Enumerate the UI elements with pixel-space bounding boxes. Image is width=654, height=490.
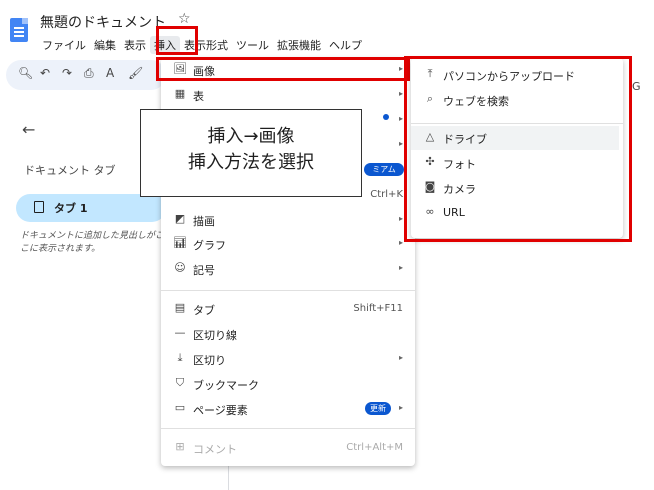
insert-menu-highlight: [156, 26, 198, 55]
menu-divider: [161, 290, 415, 291]
tab-icon: ▤: [174, 301, 186, 314]
menu-item-chart[interactable]: 📊︎ グラフ ▸: [161, 232, 415, 256]
menu-item-drawing[interactable]: ◩ 描画 ▸: [161, 208, 415, 232]
emoji-icon: ☺: [174, 261, 186, 274]
print-icon[interactable]: ⎙: [84, 66, 94, 81]
horizontal-line-icon: —: [174, 326, 186, 339]
back-arrow-icon[interactable]: ←: [22, 120, 35, 139]
document-icon: [34, 201, 44, 213]
star-icon[interactable]: ☆: [178, 11, 191, 27]
annotation-line-1: 挿入→画像: [207, 126, 295, 147]
menu-file[interactable]: ファイル: [38, 36, 90, 54]
document-title[interactable]: 無題のドキュメント: [40, 12, 166, 32]
spellcheck-icon[interactable]: A: [106, 66, 114, 80]
menu-item-bookmark[interactable]: ⛉ ブックマーク: [161, 372, 415, 396]
annotation-callout: 挿入→画像 挿入方法を選択: [140, 109, 362, 197]
docs-logo-icon[interactable]: [10, 18, 28, 42]
new-feature-dot: [383, 114, 389, 120]
menu-help[interactable]: ヘルプ: [325, 36, 366, 54]
chart-icon: 📊︎: [173, 236, 187, 249]
tabs-heading: ドキュメント タブ: [24, 164, 116, 177]
menu-item-building-blocks[interactable]: ▭ ページ要素 更新 ▸: [161, 397, 415, 421]
page-elements-icon: ▭: [174, 401, 186, 414]
menu-divider: [161, 428, 415, 429]
comment-icon: ⊞: [175, 440, 185, 453]
menu-extensions[interactable]: 拡張機能: [273, 36, 325, 54]
bookmark-icon: ⛉: [175, 376, 185, 389]
annotation-line-2: 挿入方法を選択: [188, 152, 314, 173]
submenu-highlight: [404, 56, 632, 242]
menu-tools[interactable]: ツール: [232, 36, 273, 54]
redo-icon[interactable]: ↷: [62, 66, 72, 80]
menu-edit[interactable]: 編集: [90, 36, 120, 54]
image-item-highlight: [156, 57, 410, 81]
menu-item-tab[interactable]: ▤ タブ Shift+F11: [161, 297, 415, 321]
paint-format-icon[interactable]: 🖌︎: [128, 66, 143, 80]
menu-item-symbols[interactable]: ☺ 記号 ▸: [161, 257, 415, 281]
side-panel-icon[interactable]: G: [632, 80, 641, 93]
menu-item-break[interactable]: ⤓ 区切り ▸: [161, 347, 415, 371]
menu-bar: ファイル 編集 表示 挿入 表示形式 ツール 拡張機能 ヘルプ: [38, 36, 366, 54]
toolbar: 🔍︎ ↶ ↷ ⎙ A 🖌︎: [6, 60, 166, 90]
menu-item-comment: ⊞ コメント Ctrl+Alt+M: [161, 436, 415, 460]
outline-hint: ドキュメントに追加した見出しがここに表示されます。: [20, 231, 165, 254]
undo-icon[interactable]: ↶: [40, 66, 50, 80]
search-icon[interactable]: 🔍︎: [18, 66, 33, 80]
menu-item-horizontal-line[interactable]: — 区切り線: [161, 322, 415, 346]
update-badge: 更新: [365, 402, 391, 415]
drawing-icon: ◩: [174, 212, 186, 225]
table-icon: ▦: [174, 87, 186, 100]
page-break-icon: ⤓: [177, 351, 183, 364]
menu-item-table[interactable]: ▦ 表 ▸: [161, 83, 415, 107]
tab-label: タブ 1: [54, 202, 88, 215]
premium-badge: ミアム: [364, 163, 404, 176]
menu-view[interactable]: 表示: [120, 36, 150, 54]
